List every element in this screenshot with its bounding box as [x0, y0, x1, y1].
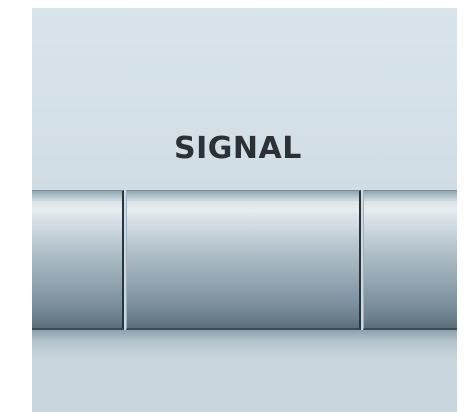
button-strip-shadow — [32, 330, 457, 360]
signal-button-strip — [32, 190, 457, 334]
signal-key-center[interactable] — [126, 190, 361, 330]
key-highlight — [364, 201, 457, 215]
control-panel: SIGNAL — [32, 8, 457, 412]
signal-key-right[interactable] — [363, 190, 457, 330]
key-highlight — [127, 201, 359, 215]
signal-label: SIGNAL — [174, 131, 302, 166]
signal-key-left[interactable] — [32, 190, 124, 330]
key-highlight — [32, 201, 122, 215]
